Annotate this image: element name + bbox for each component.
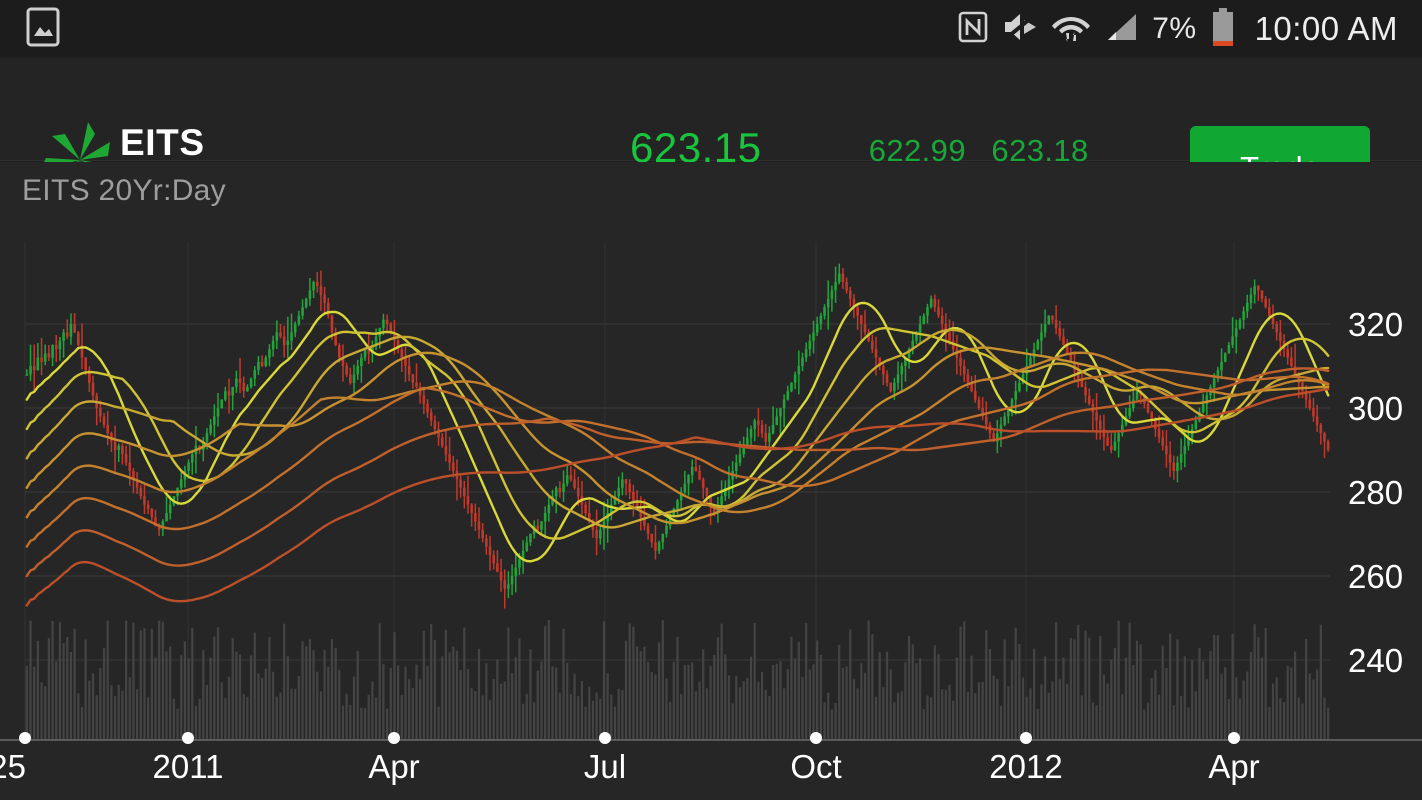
price-chart[interactable]: 320 300 280 260 240/25 2011 Apr Jul Oct 2012 Apr	[0, 162, 1422, 800]
x-axis-tick-dot	[599, 732, 611, 744]
x-axis-tick-dot	[1228, 732, 1240, 744]
x-axis-tick-dot	[1020, 732, 1032, 744]
x-axis-label: 2011	[153, 748, 224, 785]
x-axis-label: Apr	[1208, 748, 1259, 785]
y-axis-label: 240	[1348, 642, 1403, 679]
status-bar-left	[0, 7, 60, 52]
x-axis-tick-dot	[19, 732, 31, 744]
volume-bars	[26, 620, 1330, 740]
cell-signal-icon	[1104, 11, 1138, 48]
battery-low-icon	[1211, 8, 1235, 51]
y-axis-label: 300	[1348, 390, 1403, 427]
status-bar-right: 7% 10:00 AM	[958, 8, 1422, 51]
y-axis-label: 320	[1348, 306, 1403, 343]
status-bar: 7% 10:00 AM	[0, 0, 1422, 58]
status-clock: 10:00 AM	[1255, 10, 1398, 48]
symbol-ticker: EITS	[120, 121, 590, 165]
quote-header: EITS EXTERNAL INTERNET TECHNICAL SE... 6…	[0, 58, 1422, 161]
moving-average-lines	[27, 303, 1328, 605]
x-axis-tick-dot	[182, 732, 194, 744]
x-axis-label: /25	[0, 748, 26, 785]
x-axis-tick-dot	[810, 732, 822, 744]
x-axis-label: Apr	[368, 748, 419, 785]
battery-percent-label: 7%	[1152, 12, 1196, 46]
wifi-icon	[1052, 11, 1090, 48]
y-axis-label: 260	[1348, 558, 1403, 595]
x-axis-label: Jul	[584, 748, 626, 785]
x-axis-tick-dot	[388, 732, 400, 744]
y-axis-label: 280	[1348, 474, 1403, 511]
x-axis-label: 2012	[989, 748, 1062, 785]
x-axis-label: Oct	[790, 748, 841, 785]
screenshot-image-icon	[26, 7, 60, 52]
nfc-icon	[958, 11, 988, 48]
chart-region[interactable]: EITS 20Yr:Day 320300280260240/252011AprJ…	[0, 162, 1422, 800]
volume-mute-icon	[1002, 11, 1038, 48]
